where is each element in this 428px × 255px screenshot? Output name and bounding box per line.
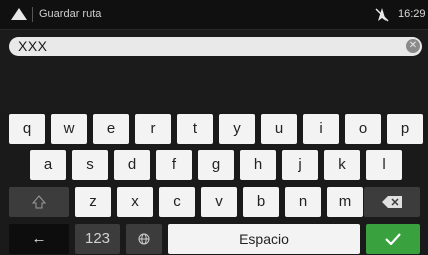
clear-icon[interactable]: ✕ (406, 39, 420, 53)
key-i[interactable]: i (303, 114, 339, 144)
key-r[interactable]: r (135, 114, 171, 144)
key-c[interactable]: c (159, 187, 195, 217)
space-key[interactable]: Espacio (168, 224, 360, 254)
key-p[interactable]: p (387, 114, 423, 144)
back-arrow-icon: ← (31, 230, 47, 247)
key-a[interactable]: a (30, 150, 66, 180)
key-k[interactable]: k (324, 150, 360, 180)
page-title: Guardar ruta (39, 8, 102, 20)
key-m[interactable]: m (327, 187, 363, 217)
key-j[interactable]: j (282, 150, 318, 180)
key-s[interactable]: s (72, 150, 108, 180)
key-q[interactable]: q (9, 114, 45, 144)
checkmark-icon (385, 233, 401, 246)
shift-icon[interactable] (9, 187, 69, 217)
key-t[interactable]: t (177, 114, 213, 144)
key-n[interactable]: n (285, 187, 321, 217)
numbers-button[interactable]: 123 (75, 224, 120, 254)
key-f[interactable]: f (156, 150, 192, 180)
key-e[interactable]: e (93, 114, 129, 144)
key-x[interactable]: x (117, 187, 153, 217)
gps-off-icon (375, 8, 389, 22)
clock: 16:29 (398, 8, 426, 20)
globe-icon (138, 233, 150, 245)
key-l[interactable]: l (366, 150, 402, 180)
input-value: XXX (18, 38, 48, 54)
key-z[interactable]: z (75, 187, 111, 217)
language-button[interactable] (126, 224, 162, 254)
divider (32, 7, 33, 22)
key-u[interactable]: u (261, 114, 297, 144)
key-w[interactable]: w (51, 114, 87, 144)
key-g[interactable]: g (198, 150, 234, 180)
route-name-input[interactable]: XXX ✕ (9, 37, 422, 56)
key-v[interactable]: v (201, 187, 237, 217)
key-b[interactable]: b (243, 187, 279, 217)
confirm-button[interactable] (366, 224, 420, 254)
key-y[interactable]: y (219, 114, 255, 144)
key-h[interactable]: h (240, 150, 276, 180)
back-button[interactable]: ← (9, 224, 69, 254)
key-o[interactable]: o (345, 114, 381, 144)
key-d[interactable]: d (114, 150, 150, 180)
backspace-icon[interactable] (364, 187, 420, 217)
status-bar: Guardar ruta 16:29 (0, 0, 428, 30)
navigation-arrow-icon[interactable] (11, 8, 27, 20)
